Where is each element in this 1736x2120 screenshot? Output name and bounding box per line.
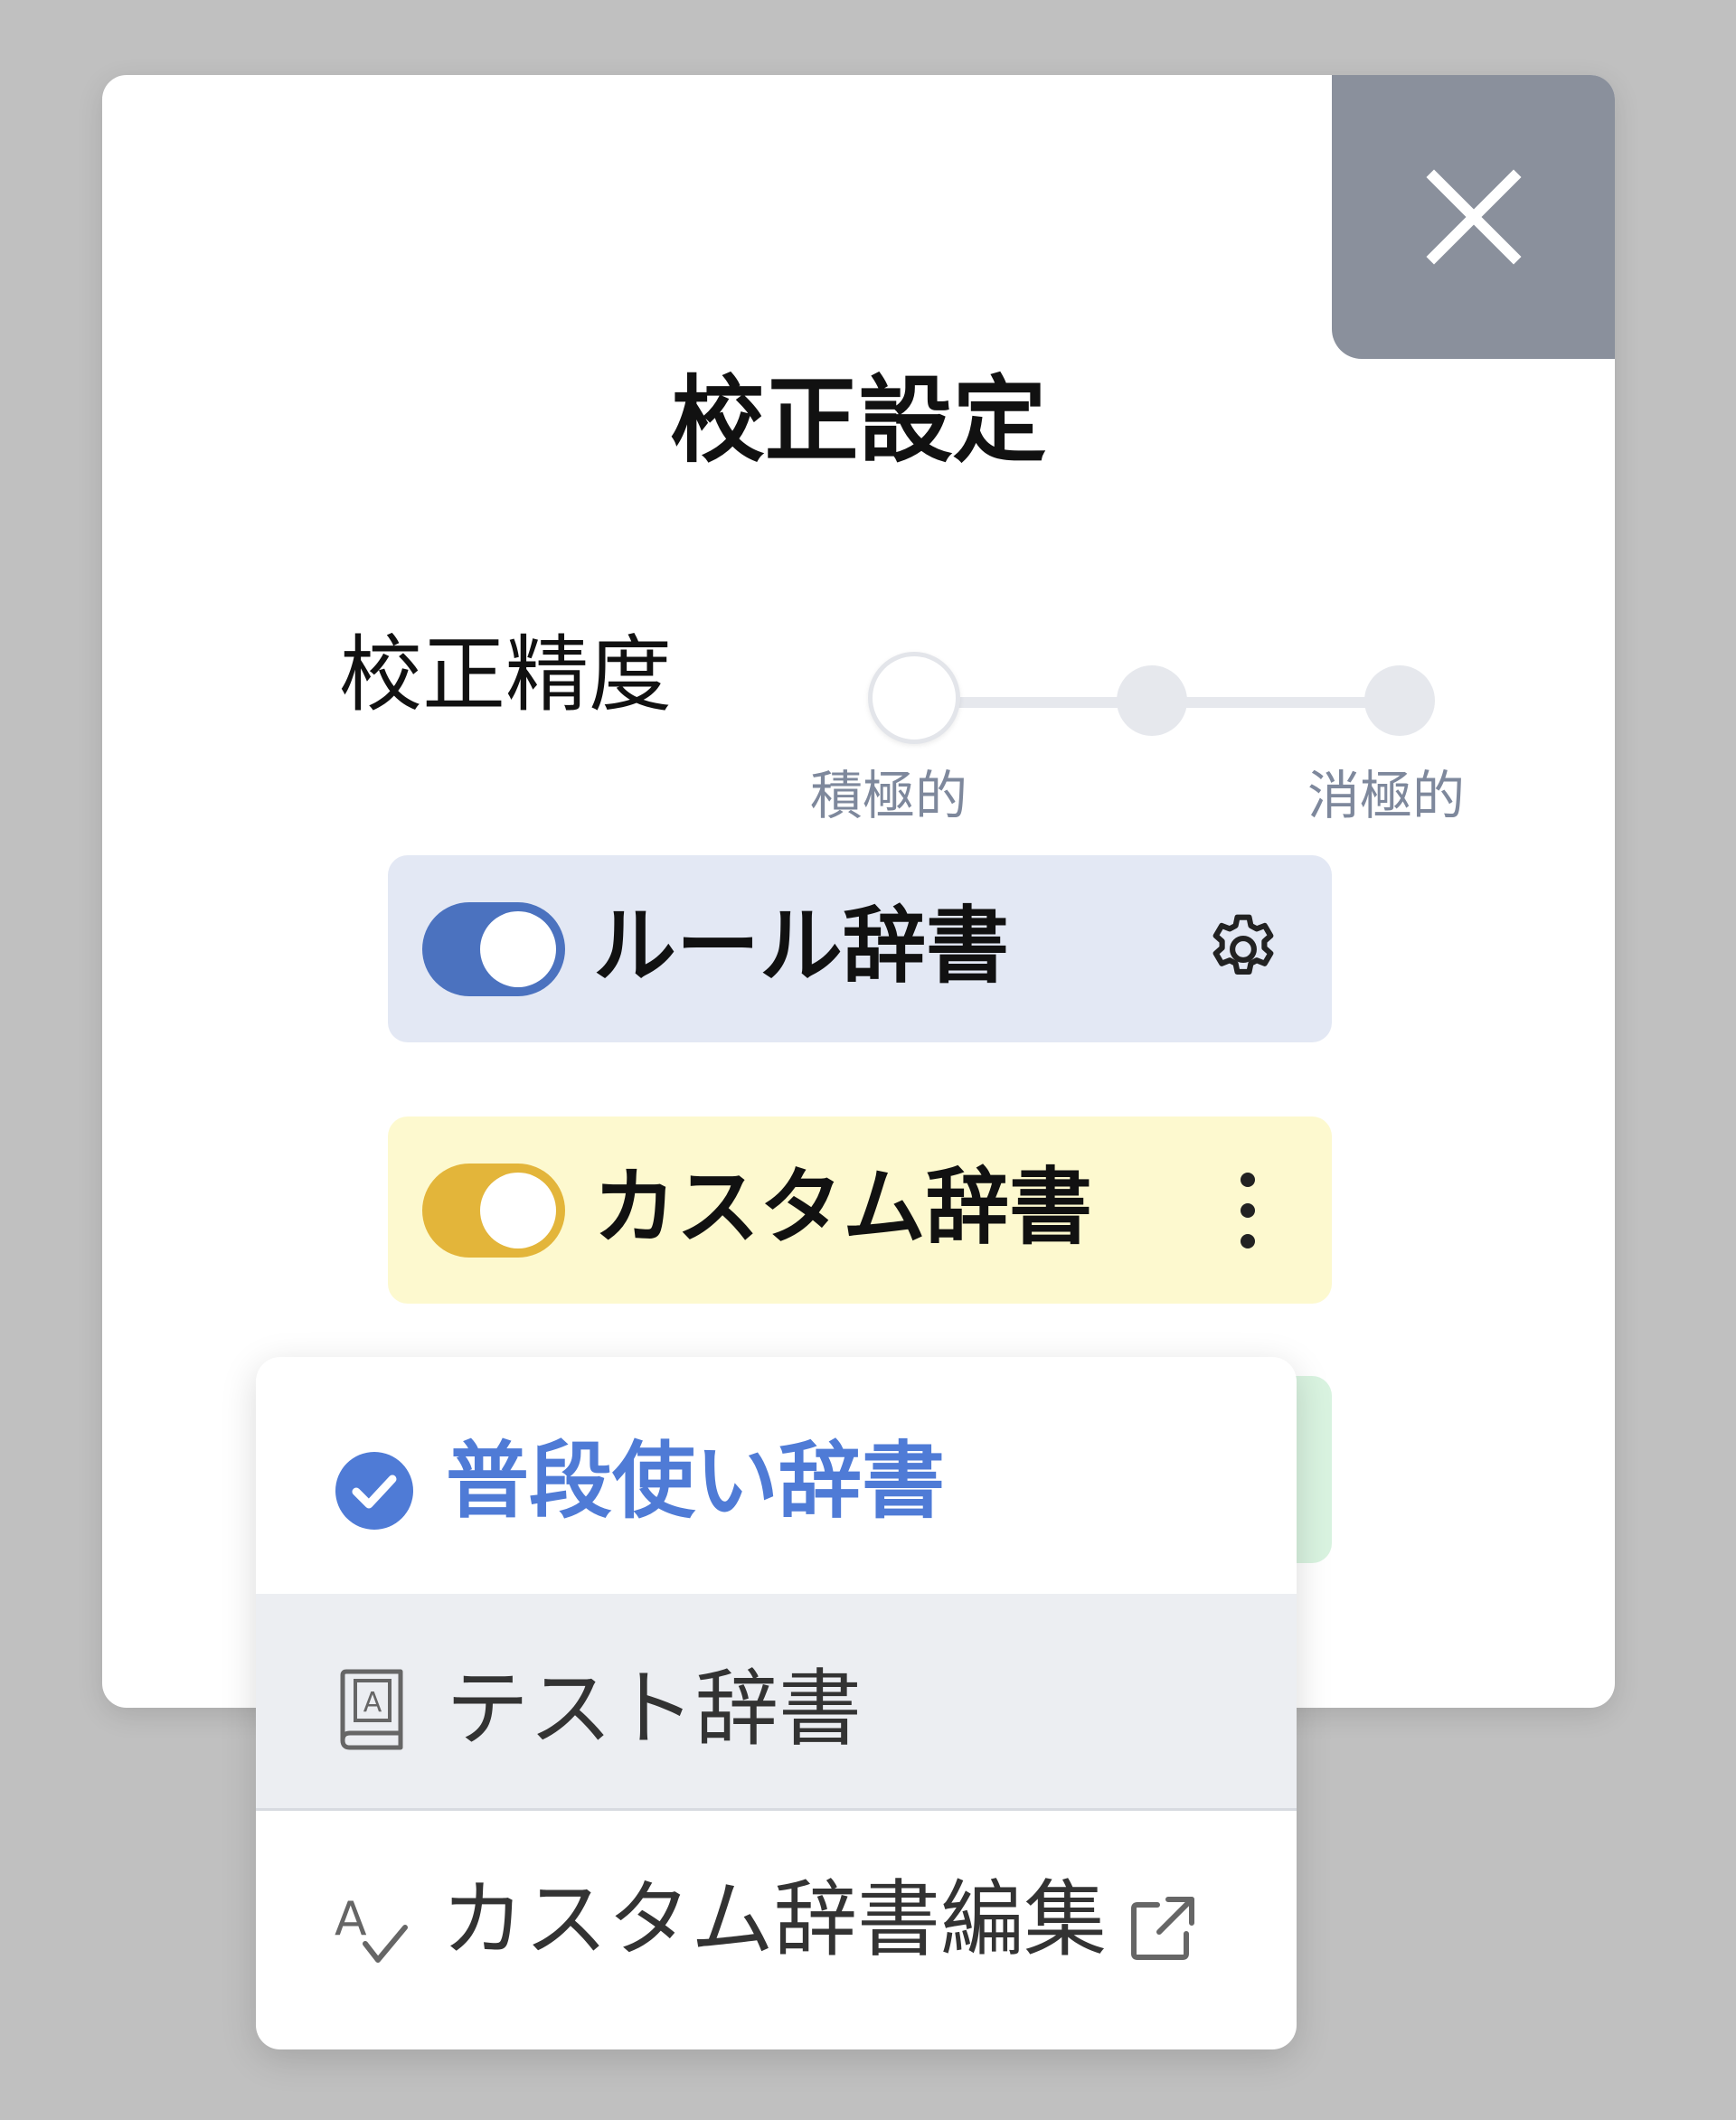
spellcheck-icon: A <box>335 1892 408 1963</box>
custom-dictionary-label: カスタム辞書 <box>593 1159 1093 1256</box>
rule-dictionary-label: ルール辞書 <box>593 898 1010 994</box>
menu-item-test-dictionary[interactable]: A テスト辞書 <box>256 1594 1297 1808</box>
svg-text:A: A <box>363 1687 382 1719</box>
menu-item-label: テスト辞書 <box>446 1661 863 1757</box>
slider-step-2[interactable] <box>1117 665 1187 736</box>
rule-dictionary-toggle[interactable] <box>422 902 565 996</box>
external-link-icon <box>1131 1897 1194 1960</box>
close-icon <box>1426 169 1522 265</box>
custom-dictionary-row: カスタム辞書 <box>388 1117 1332 1304</box>
toggle-thumb <box>480 1173 556 1248</box>
close-button[interactable] <box>1332 75 1615 359</box>
menu-item-everyday-dictionary[interactable]: 普段使い辞書 <box>256 1357 1297 1594</box>
menu-item-label: 普段使い辞書 <box>446 1433 946 1530</box>
kebab-menu-icon[interactable] <box>1234 1164 1261 1258</box>
rule-dictionary-row: ルール辞書 <box>388 855 1332 1042</box>
menu-item-edit-custom-dictionary[interactable]: A カスタム辞書編集 <box>256 1811 1297 2049</box>
dialog-title: 校正設定 <box>670 365 1047 476</box>
svg-text:A: A <box>335 1892 367 1946</box>
gear-icon[interactable] <box>1202 908 1285 991</box>
slider-handle[interactable] <box>868 652 960 744</box>
dictionary-book-icon: A <box>340 1669 403 1750</box>
precision-slider[interactable]: 積極的 消極的 <box>765 647 1466 822</box>
menu-item-label: カスタム辞書編集 <box>441 1871 1108 1968</box>
slider-max-label: 消極的 <box>1307 765 1466 826</box>
slider-step-3[interactable] <box>1364 665 1435 736</box>
toggle-thumb <box>480 911 556 987</box>
precision-label: 校正精度 <box>339 627 673 723</box>
custom-dictionary-menu: 普段使い辞書 A テスト辞書 A カスタム辞書編集 <box>256 1357 1297 2049</box>
slider-min-label: 積極的 <box>810 765 968 826</box>
custom-dictionary-toggle[interactable] <box>422 1164 565 1258</box>
check-circle-icon <box>335 1452 413 1530</box>
